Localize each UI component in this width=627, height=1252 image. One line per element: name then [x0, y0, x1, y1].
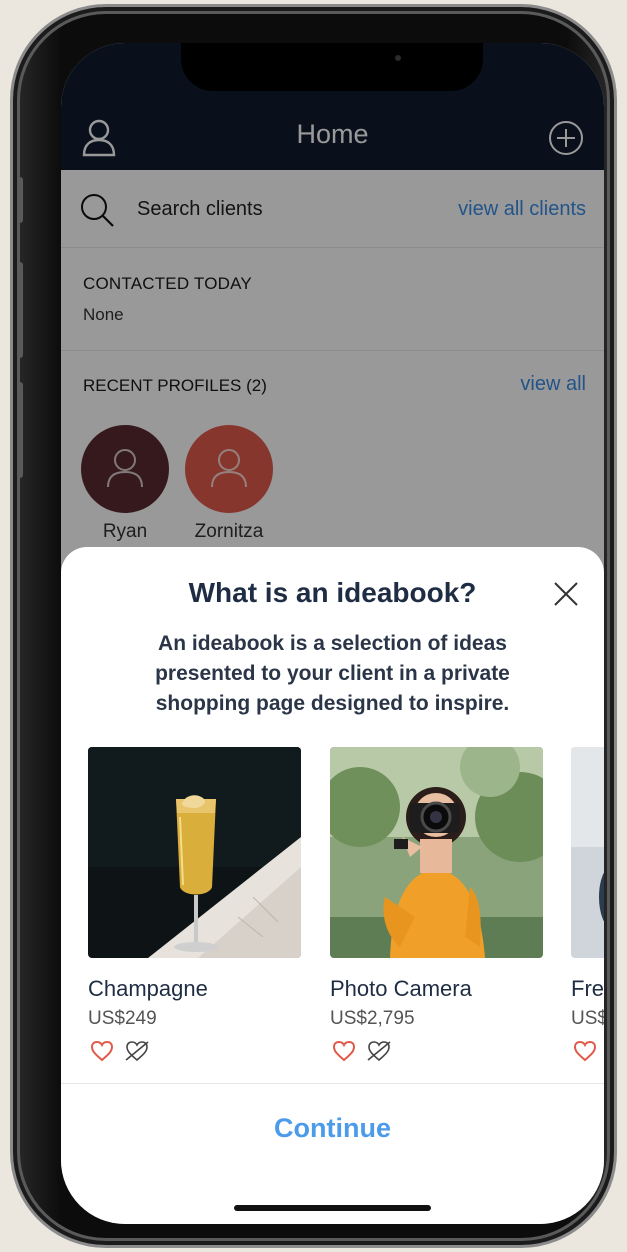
idea-price: US$2,795 — [330, 1008, 415, 1029]
screen: Home Search clients view all clients CON… — [61, 43, 604, 1224]
idea-name: Champagne — [88, 976, 208, 1001]
idea-image — [571, 747, 604, 958]
idea-card[interactable]: Photo Camera US$2,795 — [330, 747, 543, 1064]
divider — [61, 1083, 604, 1084]
close-icon[interactable] — [553, 581, 579, 607]
sheet-title: What is an ideabook? — [188, 577, 477, 608]
sheet-description: An ideabook is a selection of ideas pres… — [155, 632, 510, 715]
heart-icon[interactable] — [573, 1040, 597, 1062]
notch — [181, 43, 483, 91]
home-indicator[interactable] — [234, 1205, 431, 1211]
unlike-icon[interactable] — [124, 1040, 150, 1062]
phone-frame: Home Search clients view all clients CON… — [10, 4, 617, 1248]
photo-camera-image — [330, 747, 543, 958]
idea-actions — [88, 1040, 301, 1064]
heart-icon[interactable] — [332, 1040, 356, 1062]
idea-actions — [571, 1040, 604, 1064]
volume-down-button — [17, 382, 23, 478]
ideabook-sheet: What is an ideabook? An ideabook is a se… — [61, 547, 604, 1224]
champagne-image — [88, 747, 301, 958]
idea-card[interactable]: Champagne US$249 — [88, 747, 301, 1064]
ideas-carousel[interactable]: Champagne US$249 Photo Camera US$2,795 F… — [61, 747, 604, 1077]
continue-button[interactable]: Continue — [61, 1113, 604, 1144]
idea-actions — [330, 1040, 543, 1064]
silent-switch — [17, 177, 23, 223]
volume-up-button — [17, 262, 23, 358]
idea-name: Photo Camera — [330, 976, 472, 1001]
heart-icon[interactable] — [90, 1040, 114, 1062]
idea-card[interactable]: Fre US$ — [571, 747, 604, 1064]
idea-price: US$ — [571, 1008, 604, 1029]
unlike-icon[interactable] — [366, 1040, 392, 1062]
idea-price: US$249 — [88, 1008, 157, 1029]
idea-name: Fre — [571, 976, 604, 1001]
